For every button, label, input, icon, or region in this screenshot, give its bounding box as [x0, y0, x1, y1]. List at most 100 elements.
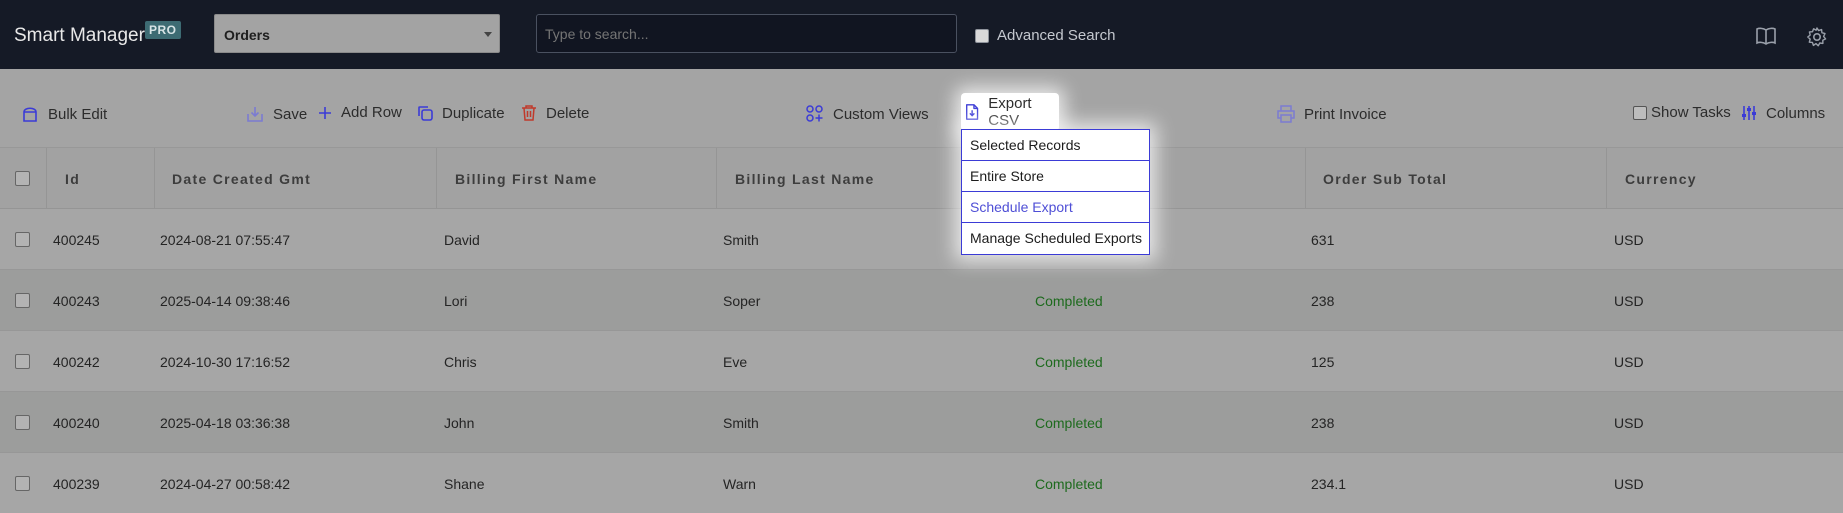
export-menu: Selected Records Entire Store Schedule E…	[961, 129, 1150, 255]
delete-button[interactable]: Delete	[520, 104, 589, 122]
cell-sub-total[interactable]: 234.1	[1311, 476, 1346, 492]
save-label: Save	[273, 105, 308, 123]
cell-first-name[interactable]: John	[444, 415, 474, 431]
cell-status[interactable]: Completed	[1035, 354, 1103, 370]
select-all-checkbox[interactable]	[15, 171, 30, 186]
table-row[interactable]: 400245 2024-08-21 07:55:47 David Smith 6…	[0, 209, 1843, 270]
show-tasks-checkbox[interactable]	[1633, 105, 1647, 120]
duplicate-button[interactable]: Duplicate	[416, 104, 505, 122]
advanced-search-label: Advanced Search	[997, 27, 1116, 44]
grid-icon	[806, 105, 823, 122]
pro-badge: PRO	[145, 21, 181, 39]
show-tasks-toggle[interactable]: Show Tasks	[1633, 104, 1731, 121]
columns-button[interactable]: Columns	[1740, 104, 1825, 122]
save-icon	[247, 107, 263, 122]
cell-currency[interactable]: USD	[1614, 232, 1644, 248]
add-row-button[interactable]: Add Row	[317, 104, 402, 121]
cell-date[interactable]: 2025-04-14 09:38:46	[160, 293, 290, 309]
brand-title: Smart Manager	[14, 25, 145, 46]
top-bar: Smart Manager PRO Orders Advanced Search	[0, 0, 1843, 69]
export-menu-item-manage-scheduled-exports[interactable]: Manage Scheduled Exports	[962, 223, 1149, 254]
export-menu-item-entire-store[interactable]: Entire Store	[962, 161, 1149, 192]
bulk-edit-label: Bulk Edit	[48, 105, 108, 123]
cell-currency[interactable]: USD	[1614, 293, 1644, 309]
save-button[interactable]: Save	[245, 104, 307, 124]
duplicate-icon	[418, 106, 433, 121]
table-row[interactable]: 400243 2025-04-14 09:38:46 Lori Soper Co…	[0, 270, 1843, 331]
cell-last-name[interactable]: Smith	[723, 415, 759, 431]
table-header: Id Date Created Gmt Billing First Name B…	[0, 148, 1843, 209]
print-invoice-label: Print Invoice	[1304, 105, 1387, 123]
custom-views-button[interactable]: Custom Views	[805, 104, 929, 124]
advanced-search-checkbox[interactable]	[975, 28, 989, 43]
table-row[interactable]: 400240 2025-04-18 03:36:38 John Smith Co…	[0, 392, 1843, 453]
cell-date[interactable]: 2024-10-30 17:16:52	[160, 354, 290, 370]
row-checkbox[interactable]	[15, 476, 30, 491]
row-checkbox[interactable]	[15, 415, 30, 430]
cell-sub-total[interactable]: 238	[1311, 415, 1334, 431]
export-csv-button[interactable]: Export CSV	[961, 93, 1059, 131]
header-currency[interactable]: Currency	[1625, 171, 1697, 187]
columns-label: Columns	[1766, 104, 1826, 122]
cell-id[interactable]: 400243	[53, 293, 100, 309]
header-order-sub-total[interactable]: Order Sub Total	[1323, 171, 1447, 187]
trash-icon	[522, 105, 536, 121]
cell-last-name[interactable]: Soper	[723, 293, 760, 309]
header-id[interactable]: Id	[65, 171, 80, 187]
bulk-edit-icon	[23, 107, 37, 122]
export-menu-item-schedule-export[interactable]: Schedule Export	[962, 192, 1149, 223]
advanced-search-toggle[interactable]: Advanced Search	[975, 27, 1115, 44]
bulk-edit-button[interactable]: Bulk Edit	[20, 104, 107, 124]
column-divider	[1305, 148, 1306, 209]
cell-currency[interactable]: USD	[1614, 354, 1644, 370]
cell-first-name[interactable]: Shane	[444, 476, 484, 492]
entity-select[interactable]: Orders	[214, 14, 500, 53]
cell-id[interactable]: 400245	[53, 232, 100, 248]
book-icon[interactable]	[1755, 26, 1777, 51]
cell-date[interactable]: 2024-04-27 00:58:42	[160, 476, 290, 492]
search-input[interactable]	[536, 14, 957, 53]
export-menu-item-selected-records[interactable]: Selected Records	[962, 130, 1149, 161]
column-divider	[154, 148, 155, 209]
cell-status[interactable]: Completed	[1035, 293, 1103, 309]
row-checkbox[interactable]	[15, 232, 30, 247]
export-csv-label: Export CSV	[988, 95, 1032, 129]
column-divider	[46, 148, 47, 209]
cell-id[interactable]: 400240	[53, 415, 100, 431]
cell-sub-total[interactable]: 238	[1311, 293, 1334, 309]
header-date-created[interactable]: Date Created Gmt	[172, 171, 311, 187]
sliders-icon	[1742, 106, 1756, 120]
cell-first-name[interactable]: Lori	[444, 293, 467, 309]
file-download-icon	[966, 104, 979, 120]
row-checkbox[interactable]	[15, 293, 30, 308]
cell-currency[interactable]: USD	[1614, 415, 1644, 431]
cell-first-name[interactable]: David	[444, 232, 480, 248]
table-row[interactable]: 400242 2024-10-30 17:16:52 Chris Eve Com…	[0, 331, 1843, 392]
row-checkbox[interactable]	[15, 354, 30, 369]
cell-status[interactable]: Completed	[1035, 476, 1103, 492]
cell-date[interactable]: 2025-04-18 03:36:38	[160, 415, 290, 431]
table-row[interactable]: 400239 2024-04-27 00:58:42 Shane Warn Co…	[0, 453, 1843, 513]
cell-last-name[interactable]: Eve	[723, 354, 747, 370]
cell-last-name[interactable]: Smith	[723, 232, 759, 248]
header-billing-last-name[interactable]: Billing Last Name	[735, 171, 875, 187]
gear-icon[interactable]	[1806, 26, 1828, 53]
delete-label: Delete	[546, 104, 590, 122]
header-billing-first-name[interactable]: Billing First Name	[455, 171, 597, 187]
cell-status[interactable]: Completed	[1035, 415, 1103, 431]
cell-sub-total[interactable]: 125	[1311, 354, 1334, 370]
toolbar: Bulk Edit Save Add Row Duplicate Delete …	[0, 90, 1843, 148]
cell-id[interactable]: 400242	[53, 354, 100, 370]
cell-currency[interactable]: USD	[1614, 476, 1644, 492]
print-invoice-button[interactable]: Print Invoice	[1276, 104, 1387, 124]
orders-table: Id Date Created Gmt Billing First Name B…	[0, 148, 1843, 513]
cell-last-name[interactable]: Warn	[723, 476, 756, 492]
chevron-down-icon	[484, 32, 492, 37]
cell-date[interactable]: 2024-08-21 07:55:47	[160, 232, 290, 248]
cell-id[interactable]: 400239	[53, 476, 100, 492]
column-divider	[1606, 148, 1607, 209]
cell-sub-total[interactable]: 631	[1311, 232, 1334, 248]
cell-first-name[interactable]: Chris	[444, 354, 477, 370]
show-tasks-label: Show Tasks	[1651, 104, 1731, 121]
plus-icon	[319, 106, 331, 119]
